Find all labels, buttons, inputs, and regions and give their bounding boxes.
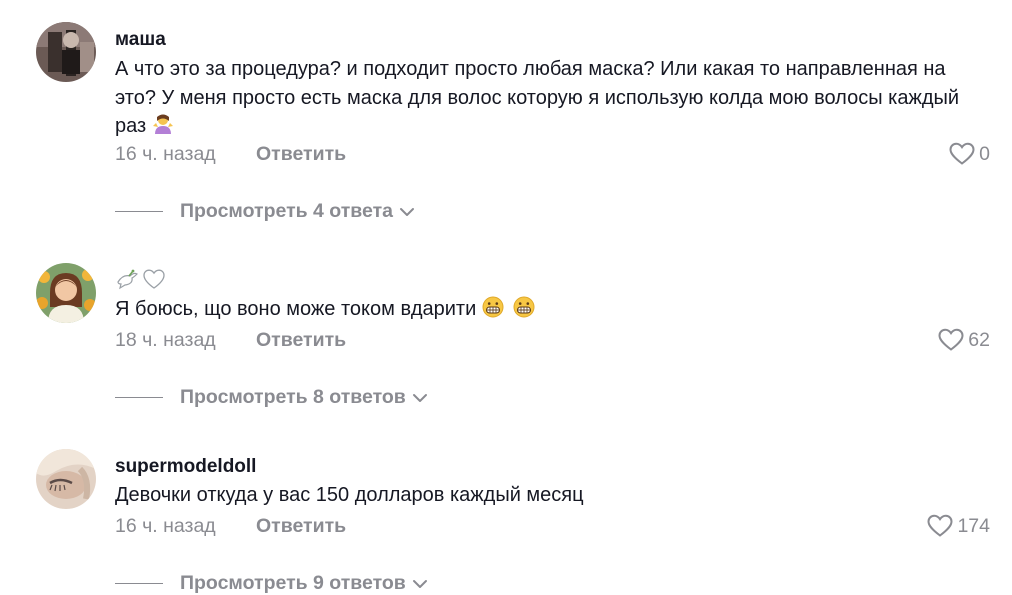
comment-text: Я боюсь, що воно може током вдарити (115, 295, 985, 327)
divider-line (115, 210, 163, 213)
heart-icon (949, 142, 975, 166)
view-replies-label: Просмотреть 9 ответов (180, 572, 406, 594)
chevron-down-icon (412, 393, 428, 403)
avatar[interactable] (36, 22, 96, 82)
heart-icon (927, 514, 953, 538)
grimacing-face-emoji-icon (482, 296, 504, 327)
view-replies-label: Просмотреть 4 ответа (180, 200, 393, 222)
reply-button[interactable]: Ответить (256, 515, 346, 538)
avatar[interactable] (36, 449, 96, 509)
dove-icon (115, 268, 139, 290)
chevron-down-icon (412, 579, 428, 589)
divider-line (115, 396, 163, 399)
white-heart-icon (142, 268, 166, 290)
comment-text-content: А что это за процедура? и подходит прост… (115, 58, 960, 137)
view-replies-button[interactable]: Просмотреть 4 ответа (115, 200, 415, 223)
comment-timestamp: 16 ч. назад (115, 143, 216, 165)
reply-button[interactable]: Ответить (256, 143, 346, 166)
comment-text-content: Девочки откуда у вас 150 долларов каждый… (115, 484, 584, 506)
avatar[interactable] (36, 263, 96, 323)
like-button[interactable]: 0 (930, 142, 990, 166)
comment-text: Девочки откуда у вас 150 долларов каждый… (115, 481, 985, 510)
comment-text: А что это за процедура? и подходит прост… (115, 55, 985, 144)
like-count: 0 (979, 142, 990, 165)
shrug-emoji-icon (152, 113, 174, 144)
comment-username-icons[interactable] (115, 268, 166, 290)
comment-username[interactable]: маша (115, 29, 166, 51)
like-button[interactable]: 62 (930, 328, 990, 352)
comment-text-content: Я боюсь, що воно може током вдарити (115, 298, 477, 320)
view-replies-button[interactable]: Просмотреть 9 ответов (115, 572, 428, 595)
grimacing-face-emoji-icon (513, 296, 535, 327)
comment-timestamp: 18 ч. назад (115, 329, 216, 351)
view-replies-button[interactable]: Просмотреть 8 ответов (115, 386, 428, 409)
chevron-down-icon (399, 207, 415, 217)
view-replies-label: Просмотреть 8 ответов (180, 386, 406, 408)
divider-line (115, 582, 163, 585)
like-count: 174 (957, 514, 990, 537)
reply-button[interactable]: Ответить (256, 329, 346, 352)
heart-icon (938, 328, 964, 352)
comment-username[interactable]: supermodeldoll (115, 456, 256, 478)
like-count: 62 (968, 328, 990, 351)
like-button[interactable]: 174 (927, 514, 990, 538)
comment-timestamp: 16 ч. назад (115, 515, 216, 537)
